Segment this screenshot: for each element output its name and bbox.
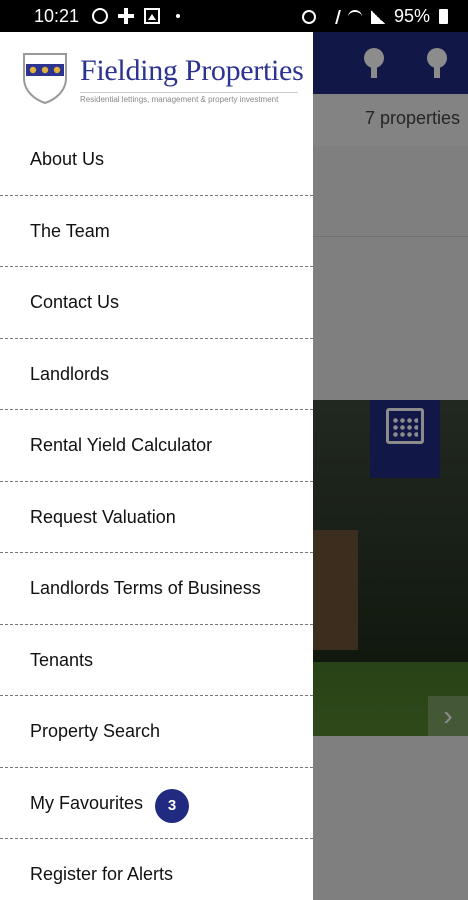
menu-item-the-team[interactable]: The Team <box>0 196 313 267</box>
menu-item-register-for-alerts[interactable]: Register for Alerts <box>0 839 313 900</box>
crest-icon <box>23 53 67 104</box>
drawer-menu: About Us The Team Contact Us Landlords R… <box>0 124 313 900</box>
notification-icons <box>92 8 180 24</box>
menu-item-label: The Team <box>30 220 110 241</box>
battery-icon <box>439 9 448 24</box>
menu-item-label: Register for Alerts <box>30 864 174 884</box>
menu-item-rental-yield-calculator[interactable]: Rental Yield Calculator <box>0 410 313 482</box>
signal-icon <box>370 9 385 24</box>
menu-item-label: Tenants <box>30 649 94 670</box>
menu-item-label: Property Search <box>30 721 161 741</box>
slack-icon <box>118 8 134 24</box>
alarm-icon <box>301 9 316 24</box>
menu-item-landlords[interactable]: Landlords <box>0 339 313 410</box>
menu-item-label: Contact Us <box>30 292 120 312</box>
menu-item-my-favourites[interactable]: My Favourites 3 <box>0 768 313 839</box>
whatsapp-icon <box>92 8 108 24</box>
more-notifications-icon <box>176 14 180 18</box>
menu-item-label: My Favourites <box>30 792 144 813</box>
favourites-count-badge: 3 <box>155 788 189 823</box>
menu-item-label: Landlords <box>30 363 110 384</box>
menu-item-landlords-terms[interactable]: Landlords Terms of Business <box>0 553 313 625</box>
brand-name: Fielding Properties <box>80 54 304 87</box>
menu-item-about-us[interactable]: About Us <box>0 124 313 196</box>
brand-tagline: Residential lettings, management & prope… <box>80 92 298 104</box>
bluetooth-icon <box>323 9 341 24</box>
menu-item-label: About Us <box>30 149 105 169</box>
status-time: 10:21 <box>34 6 80 26</box>
menu-item-label: Landlords Terms of Business <box>30 578 261 598</box>
battery-percent: 95% <box>393 6 430 26</box>
menu-item-contact-us[interactable]: Contact Us <box>0 267 313 339</box>
navigation-drawer: Fielding Properties Residential lettings… <box>0 32 313 900</box>
system-icons: 95% <box>301 6 448 27</box>
menu-item-label: Request Valuation <box>30 506 176 527</box>
menu-item-label: Rental Yield Calculator <box>30 435 213 455</box>
menu-item-request-valuation[interactable]: Request Valuation <box>0 482 313 553</box>
status-bar: 10:21 95% <box>0 0 468 32</box>
menu-item-tenants[interactable]: Tenants <box>0 625 313 696</box>
wifi-icon <box>347 9 362 24</box>
menu-item-property-search[interactable]: Property Search <box>0 696 313 768</box>
brand-logo: Fielding Properties Residential lettings… <box>0 32 313 124</box>
image-icon <box>144 8 160 24</box>
